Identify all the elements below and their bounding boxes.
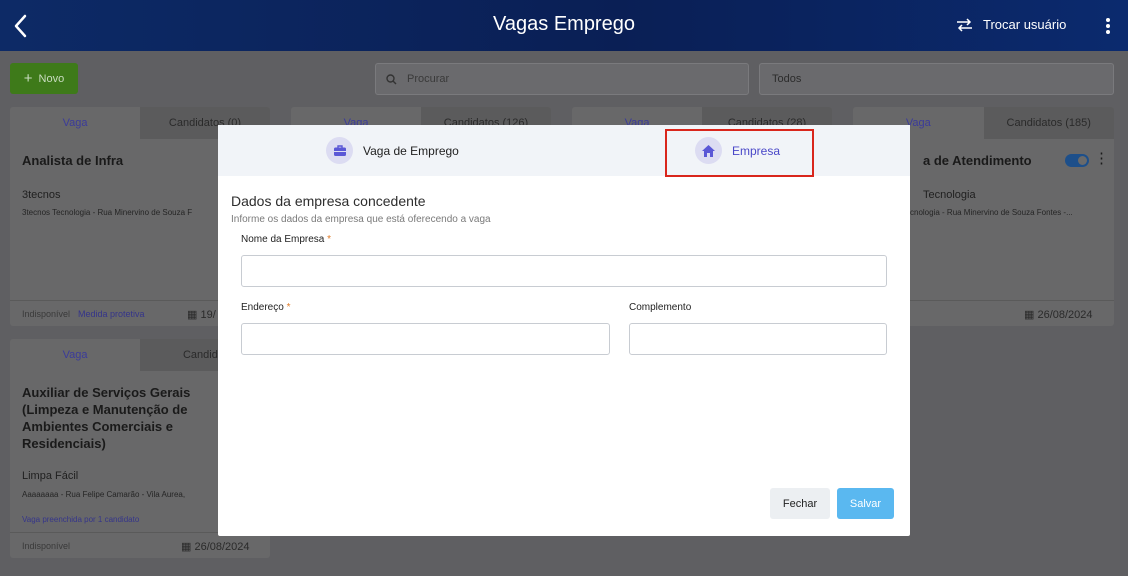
search-icon [386,73,397,84]
tab-job-vacancy-label: Vaga de Emprego [363,143,459,158]
card-note: Medida protetiva [78,309,145,319]
complement-input[interactable] [629,323,887,355]
address-label: Endereço * [241,302,291,313]
card-title: Analista de Infra [22,153,124,168]
search-input[interactable]: Procurar [375,63,749,95]
briefcase-icon [326,137,353,164]
card-note: Vaga preenchida por 1 candidato [22,515,140,524]
new-button[interactable]: + Novo [10,63,78,94]
address-input[interactable] [241,323,610,355]
card-address: Aaaaaaaa - Rua Felipe Camarão - Vila Aur… [22,490,186,499]
save-button[interactable]: Salvar [837,488,894,519]
active-toggle[interactable] [1065,154,1089,167]
card-title: a de Atendimento [923,153,1032,168]
card-menu-icon[interactable]: ⋮ [1094,151,1109,166]
switch-user-button[interactable]: Trocar usuário [956,17,1066,32]
card-date: ▦ 19/ [187,309,216,321]
section-subtitle: Informe os dados da empresa que está ofe… [231,214,491,225]
calendar-icon: ▦ [1024,309,1035,321]
dialog-tabs: Vaga de Emprego Empresa [218,125,910,177]
more-menu-button[interactable] [1101,15,1115,37]
company-dialog: Vaga de Emprego Empresa Dados da empresa… [218,125,910,536]
calendar-icon: ▦ [187,309,198,321]
switch-user-label: Trocar usuário [983,17,1067,32]
card-company: 3tecnos [22,189,61,201]
card-company: Limpa Fácil [22,470,79,482]
new-button-label: Novo [38,72,65,85]
card-address: cnologia - Rua Minervino de Souza Fontes… [910,208,1073,217]
card-status: Indisponível [22,309,71,319]
card-tab-vaga[interactable]: Vaga [10,339,140,371]
status-filter-select[interactable]: Todos [759,63,1114,95]
company-name-input[interactable] [241,255,887,287]
card-company: Tecnologia [923,189,976,201]
required-asterisk: * [286,302,291,313]
filter-value: Todos [772,73,802,85]
card-date: ▦ 26/08/2024 [181,541,250,553]
card-title: Auxiliar de Serviços Gerais (Limpeza e M… [22,385,191,451]
section-title: Dados da empresa concedente [231,193,426,209]
card-status: Indisponível [22,541,71,551]
swap-arrows-icon [957,17,972,32]
tab-job-vacancy[interactable]: Vaga de Emprego [326,125,459,176]
required-asterisk: * [327,234,332,245]
search-placeholder: Procurar [407,73,450,85]
calendar-icon: ▦ [181,541,192,553]
highlight-box [665,129,814,177]
close-button[interactable]: Fechar [770,488,830,519]
card-address: 3tecnos Tecnologia - Rua Minervino de So… [22,208,193,217]
card-tab-vaga[interactable]: Vaga [10,107,140,139]
company-name-label: Nome da Empresa * [241,234,332,245]
vertical-dots-icon [1106,18,1110,34]
app-header: Vagas Emprego Trocar usuário [0,0,1128,51]
plus-icon: + [23,70,33,87]
complement-label: Complemento [629,302,692,313]
card-tab-candidates[interactable]: Candidatos (185) [983,107,1114,139]
card-date: ▦ 26/08/2024 [1024,309,1093,321]
